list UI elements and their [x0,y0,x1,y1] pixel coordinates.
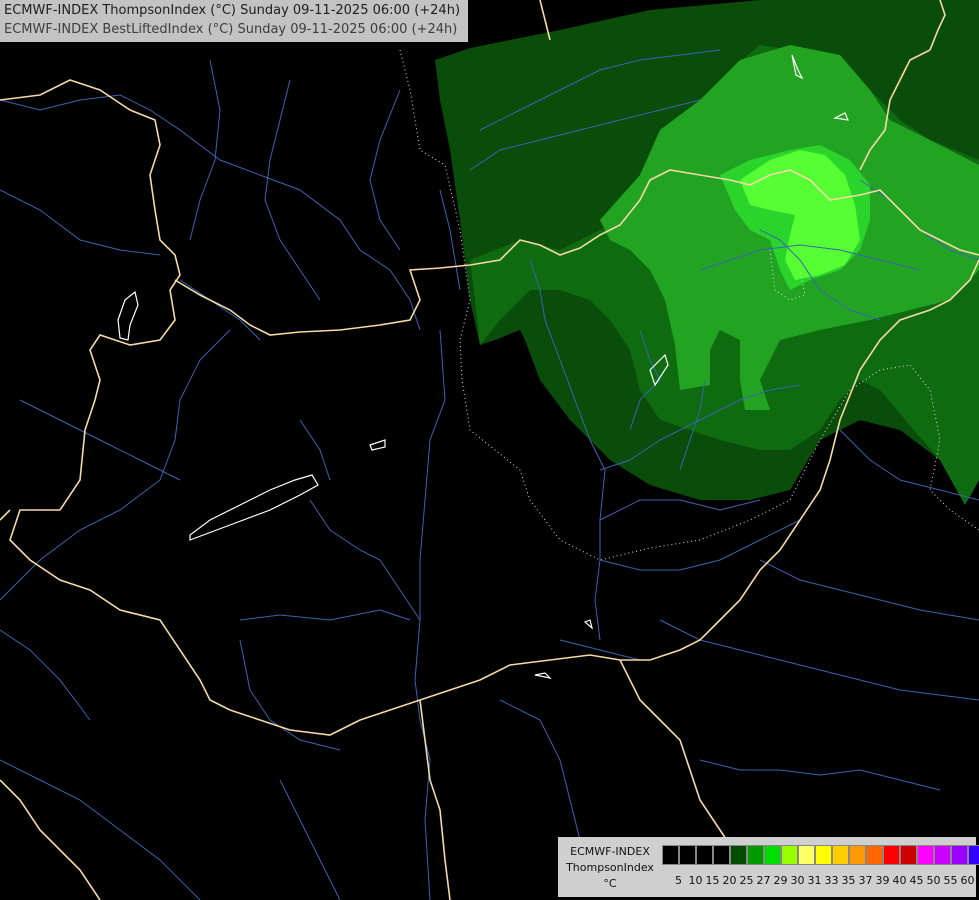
legend-parameter: ThompsonIndex [566,861,654,874]
legend-swatch [900,845,917,865]
legend-swatch [747,845,764,865]
legend-ticks: 5 10 15 20 25 27 29 30 31 33 35 37 39 40 45 50 55 60 [662,874,976,887]
legend-tick-label: 45 [909,874,924,887]
color-legend: ECMWF-INDEX ThompsonIndex °C 5 10 15 20 25 27… [558,837,979,897]
legend-tick-label: 20 [722,874,737,887]
legend-swatch [662,845,679,865]
legend-tick-label: 37 [858,874,873,887]
legend-tick-label: 5 [675,874,682,887]
legend-tick-label: 27 [756,874,771,887]
legend-tick-label: 39 [875,874,890,887]
legend-tick-label: 30 [790,874,805,887]
legend-tick-label: 31 [807,874,822,887]
legend-swatch [679,845,696,865]
legend-swatch [866,845,883,865]
legend-model: ECMWF-INDEX [570,845,650,858]
legend-tick-label: 15 [705,874,720,887]
title-line-thompson: ECMWF-INDEX ThompsonIndex (°C) Sunday 09… [4,3,461,18]
legend-tick-label: 50 [926,874,941,887]
legend-tick-label: 33 [824,874,839,887]
legend-tick-label: 35 [841,874,856,887]
legend-swatch [917,845,934,865]
legend-tick-label: 29 [773,874,788,887]
legend-tick-label: 40 [892,874,907,887]
weather-map [0,0,979,900]
legend-swatch [730,845,747,865]
legend-swatch [968,845,979,865]
legend-tick-label: 60 [960,874,975,887]
legend-swatches [662,845,979,865]
legend-tick-label: 25 [739,874,754,887]
legend-tick-spacer [662,874,670,887]
legend-swatch [883,845,900,865]
legend-swatch [815,845,832,865]
legend-swatch [696,845,713,865]
legend-tick-label: 55 [943,874,958,887]
legend-swatch [798,845,815,865]
legend-swatch [849,845,866,865]
title-line-bestlifted: ECMWF-INDEX BestLiftedIndex (°C) Sunday … [4,22,458,37]
legend-swatch [781,845,798,865]
legend-swatch [951,845,968,865]
legend-swatch [764,845,781,865]
legend-swatch [934,845,951,865]
legend-tick-label: 10 [688,874,703,887]
legend-unit: °C [603,877,617,890]
legend-swatch [713,845,730,865]
legend-swatch [832,845,849,865]
title-box: ECMWF-INDEX ThompsonIndex (°C) Sunday 09… [0,0,468,42]
